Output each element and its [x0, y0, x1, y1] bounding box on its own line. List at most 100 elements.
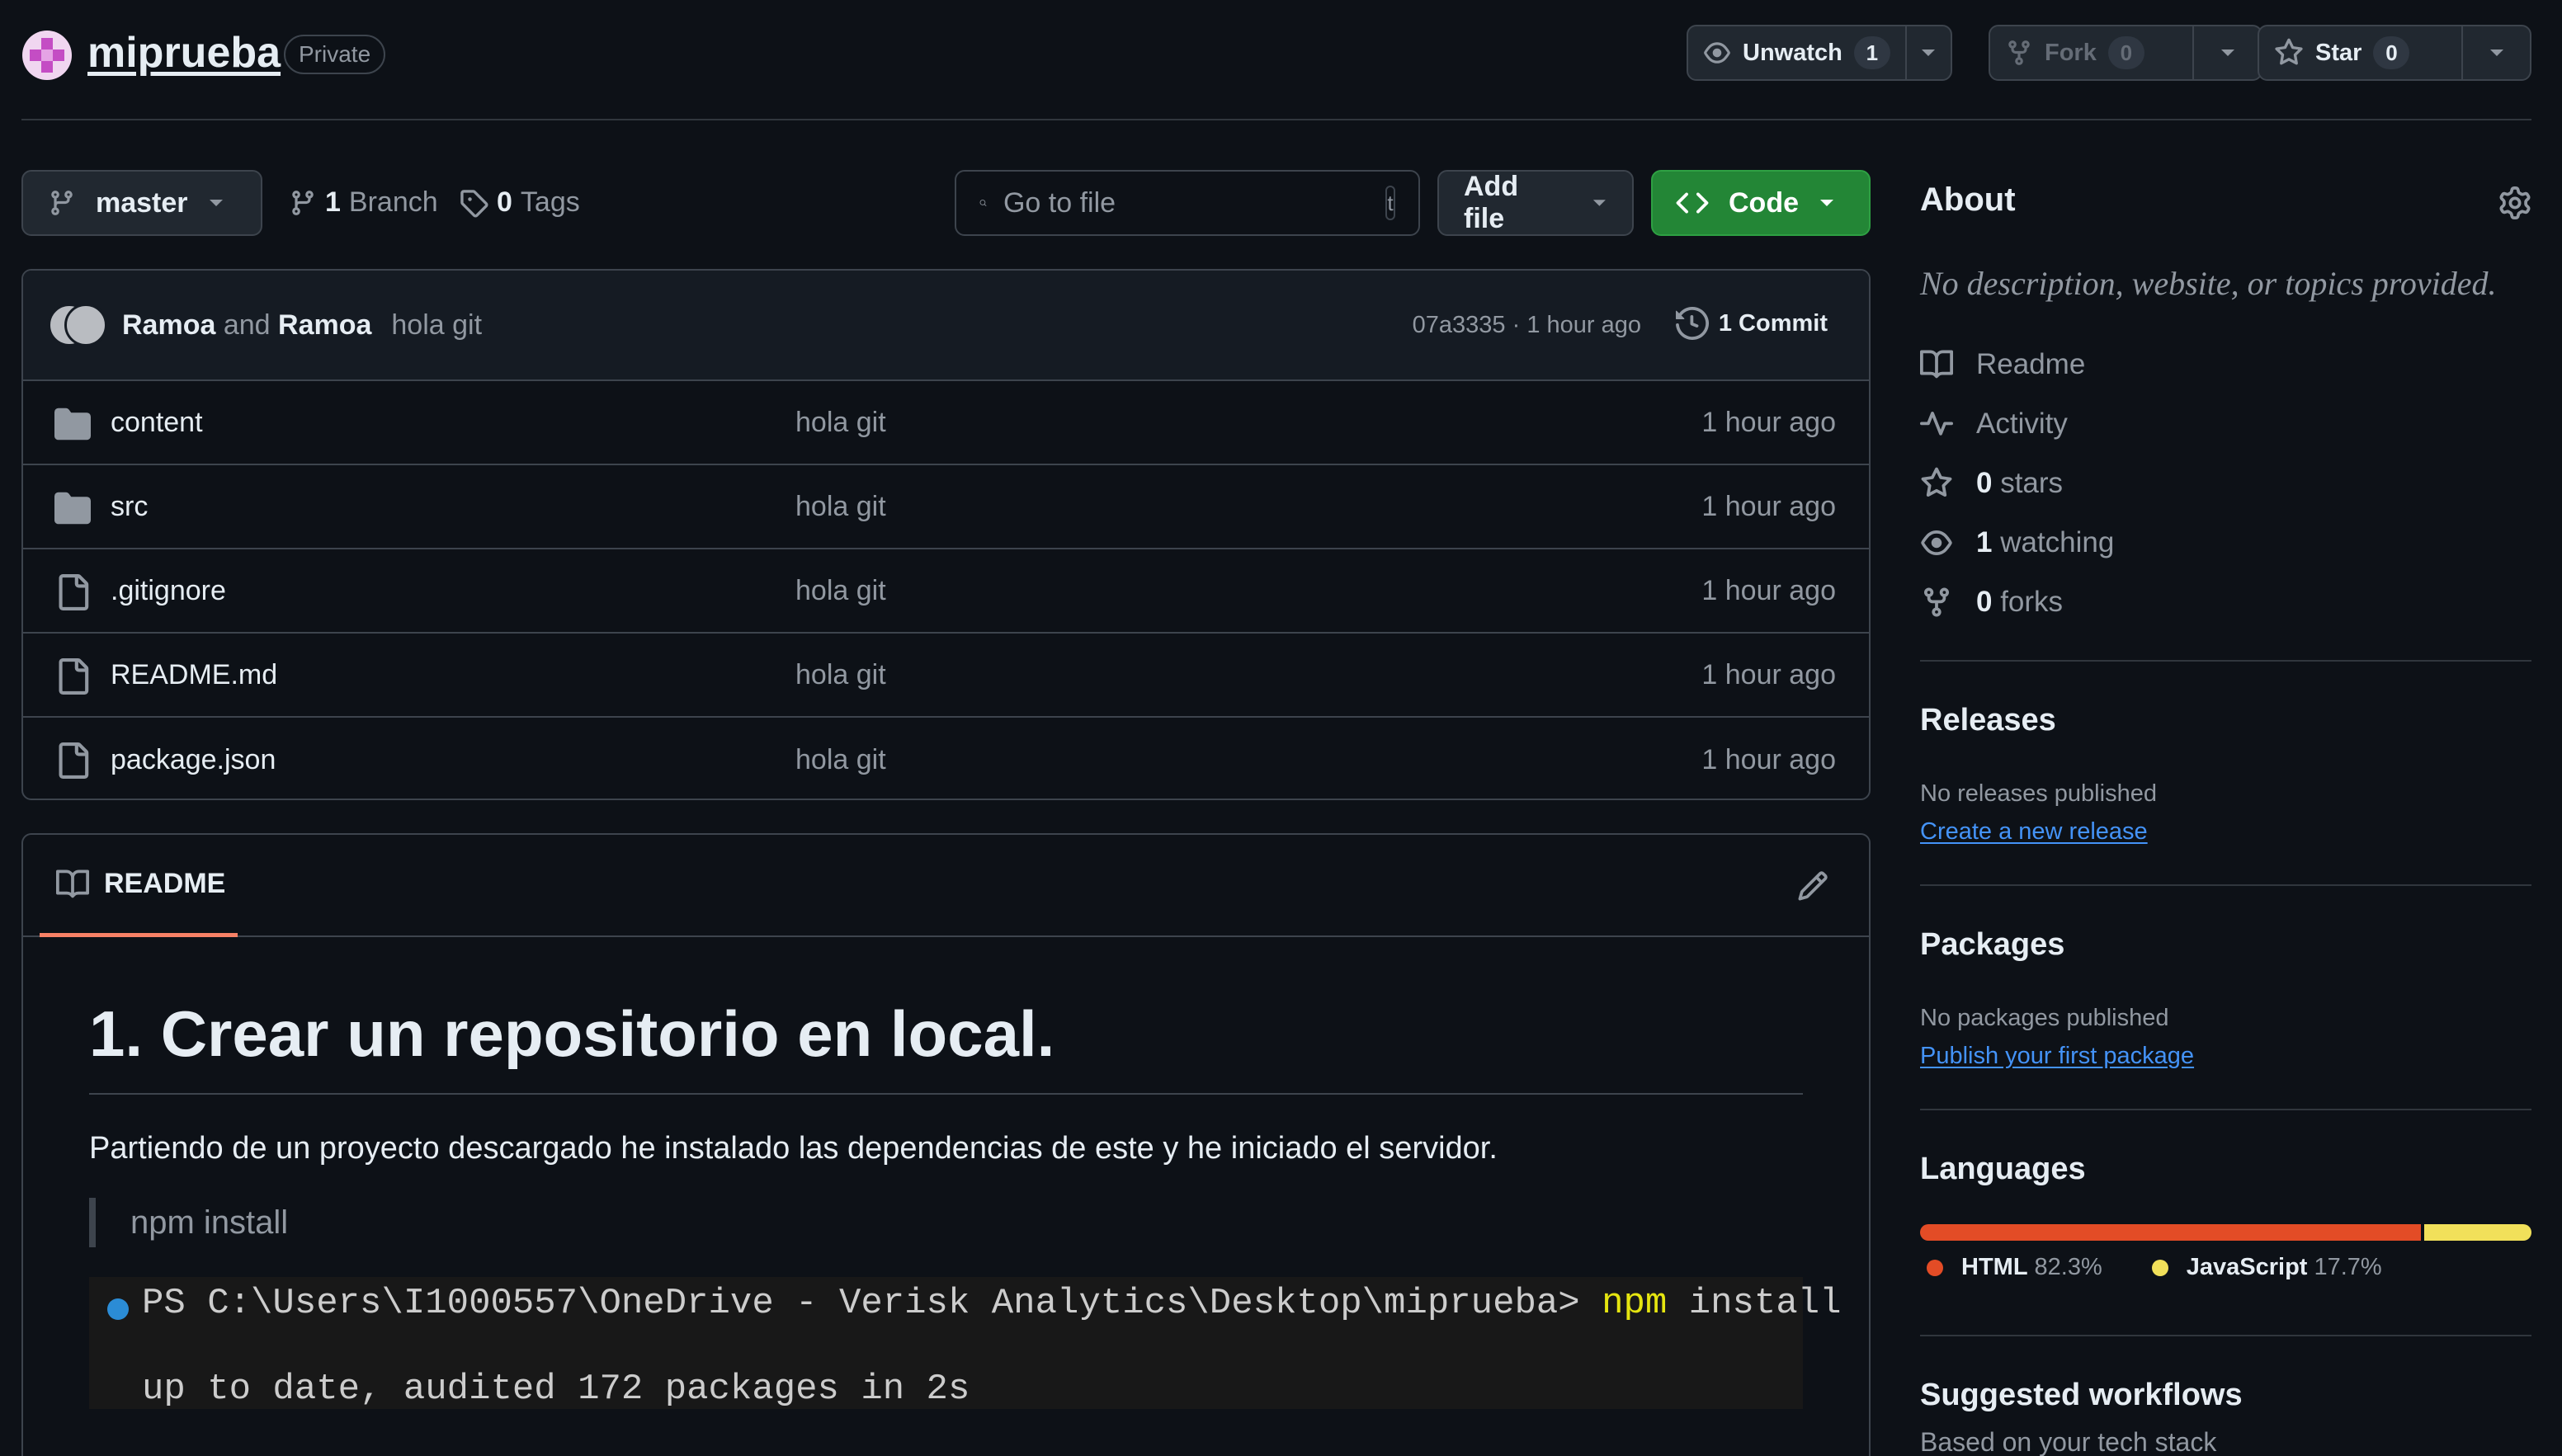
table-row[interactable]: package.json hola git 1 hour ago	[23, 718, 1869, 799]
activity-link[interactable]: Activity	[1920, 408, 2068, 441]
file-age: 1 hour ago	[1701, 658, 1836, 690]
tag-icon	[460, 189, 488, 217]
language-legend-item[interactable]: HTML 82.3%	[1927, 1254, 2102, 1281]
repo-avatar[interactable]	[21, 30, 73, 81]
fork-dropdown[interactable]	[2192, 26, 2261, 79]
suggested-workflows-subtitle: Based on your tech stack	[1920, 1427, 2217, 1456]
file-name-link[interactable]: src	[111, 491, 148, 523]
language-legend-item[interactable]: JavaScript 17.7%	[2151, 1254, 2382, 1281]
unwatch-button[interactable]: Unwatch 1	[1687, 25, 1952, 81]
file-commit-message[interactable]: hola git	[795, 407, 886, 439]
fork-label: Fork	[2045, 39, 2097, 66]
unwatch-dropdown[interactable]	[1904, 26, 1951, 79]
language-bar-segment[interactable]	[1920, 1224, 2421, 1241]
file-name-link[interactable]: .gitignore	[111, 575, 226, 607]
search-icon	[979, 200, 987, 206]
readme-link[interactable]: Readme	[1920, 348, 2085, 381]
tags-link[interactable]: 0 Tags	[459, 186, 580, 219]
file-icon	[59, 574, 89, 610]
language-percent: 82.3%	[2034, 1254, 2102, 1280]
readme-header: README	[23, 835, 1869, 937]
repo-name-link[interactable]: miprueba	[87, 28, 281, 78]
language-color-dot	[2151, 1259, 2168, 1276]
releases-empty-text: No releases published	[1920, 780, 2157, 807]
add-file-button[interactable]: Add file	[1437, 170, 1634, 236]
file-commit-message[interactable]: hola git	[795, 575, 886, 607]
repo-header: miprueba Private Unwatch 1 Fork 0 Star 0	[21, 0, 2531, 120]
code-button[interactable]: Code	[1651, 170, 1871, 236]
tags-label: Tags	[520, 186, 580, 218]
star-button[interactable]: Star 0	[2258, 25, 2531, 81]
commit-history-link[interactable]: 1 Commit	[1675, 307, 1828, 340]
readme-tab-label: README	[104, 868, 226, 899]
readme-paragraph: Partiendo de un proyecto descargado he i…	[89, 1131, 1498, 1166]
tags-count: 0	[497, 186, 512, 218]
watchers-link[interactable]: 1 watching	[1920, 526, 2114, 559]
file-age: 1 hour ago	[1701, 406, 1836, 438]
file-name-link[interactable]: package.json	[111, 744, 276, 776]
caret-down-icon	[1593, 200, 1607, 206]
file-name-link[interactable]: content	[111, 407, 203, 439]
commit-message-link[interactable]: hola git	[391, 309, 482, 342]
repo-page: miprueba Private Unwatch 1 Fork 0 Star 0…	[0, 0, 2562, 1456]
commit-authors: Ramoa and Ramoa	[122, 309, 371, 342]
avatar[interactable]	[64, 304, 107, 346]
caret-down-icon	[2220, 49, 2234, 56]
star-main[interactable]: Star 0	[2259, 26, 2461, 79]
branches-link[interactable]: 1 Branch	[289, 186, 438, 219]
stars-link[interactable]: 0 stars	[1920, 467, 2063, 500]
forks-link[interactable]: 0 forks	[1920, 586, 2063, 619]
commit-author-avatars[interactable]	[48, 304, 111, 346]
languages-title: Languages	[1920, 1152, 2086, 1186]
readme-panel: README 1. Crear un repositorio en local.…	[21, 833, 1871, 1456]
pulse-icon	[1920, 412, 1953, 436]
table-row[interactable]: src hola git 1 hour ago	[23, 465, 1869, 549]
file-commit-message[interactable]: hola git	[795, 744, 886, 776]
create-release-link[interactable]: Create a new release	[1920, 818, 2148, 846]
file-commit-message[interactable]: hola git	[795, 659, 886, 691]
terminal-arg: install	[1688, 1283, 1842, 1324]
repo-forked-icon	[2008, 40, 2030, 65]
git-branch-icon	[292, 190, 314, 215]
terminal-command-line: PS C:\Users\I1000557\OneDrive - Verisk A…	[142, 1277, 1842, 1335]
add-file-label: Add file	[1464, 171, 1519, 234]
star-dropdown[interactable]	[2461, 26, 2530, 79]
publish-package-link[interactable]: Publish your first package	[1920, 1043, 2194, 1070]
table-row[interactable]: content hola git 1 hour ago	[23, 381, 1869, 465]
pencil-icon[interactable]	[1796, 869, 1829, 902]
commit-hash-time[interactable]: 07a3335 · 1 hour ago	[1413, 312, 1641, 339]
packages-title[interactable]: Packages	[1920, 927, 2064, 963]
table-row[interactable]: README.md hola git 1 hour ago	[23, 634, 1869, 718]
go-to-file-input[interactable]	[1003, 186, 1369, 219]
star-icon	[2275, 38, 2303, 65]
unwatch-main[interactable]: Unwatch 1	[1688, 26, 1905, 79]
commit-author-joiner: and	[223, 309, 271, 341]
watching-count: 1	[1976, 526, 1993, 558]
about-title: About	[1920, 181, 2016, 218]
star-icon	[1921, 467, 1952, 497]
caret-down-icon	[209, 200, 223, 206]
visibility-badge: Private	[284, 35, 386, 74]
tab-readme[interactable]: README	[40, 835, 238, 937]
language-bar-segment[interactable]	[2423, 1224, 2531, 1241]
branch-select-button[interactable]: master	[21, 170, 262, 236]
forks-label: forks	[2000, 586, 2064, 618]
shortcut-hint: t	[1385, 186, 1395, 220]
releases-title[interactable]: Releases	[1920, 703, 2056, 738]
divider	[1920, 884, 2531, 886]
file-table: Ramoa and Ramoa hola git 07a3335 · 1 hou…	[21, 269, 1871, 800]
eye-icon	[1921, 530, 1952, 555]
commit-author-link[interactable]: Ramoa	[122, 309, 215, 341]
commit-author-link[interactable]: Ramoa	[278, 309, 371, 341]
fork-button[interactable]: Fork 0	[1989, 25, 2262, 81]
star-count: 0	[2373, 36, 2410, 69]
go-to-file-search[interactable]: t	[955, 170, 1420, 236]
table-row[interactable]: .gitignore hola git 1 hour ago	[23, 549, 1869, 634]
gear-icon[interactable]	[2498, 186, 2531, 219]
terminal-cmd: npm	[1602, 1283, 1668, 1324]
repo-forked-icon	[1924, 587, 1949, 617]
divider	[1920, 1109, 2531, 1110]
file-commit-message[interactable]: hola git	[795, 491, 886, 523]
file-name-link[interactable]: README.md	[111, 659, 277, 691]
fork-main[interactable]: Fork 0	[1990, 26, 2192, 79]
